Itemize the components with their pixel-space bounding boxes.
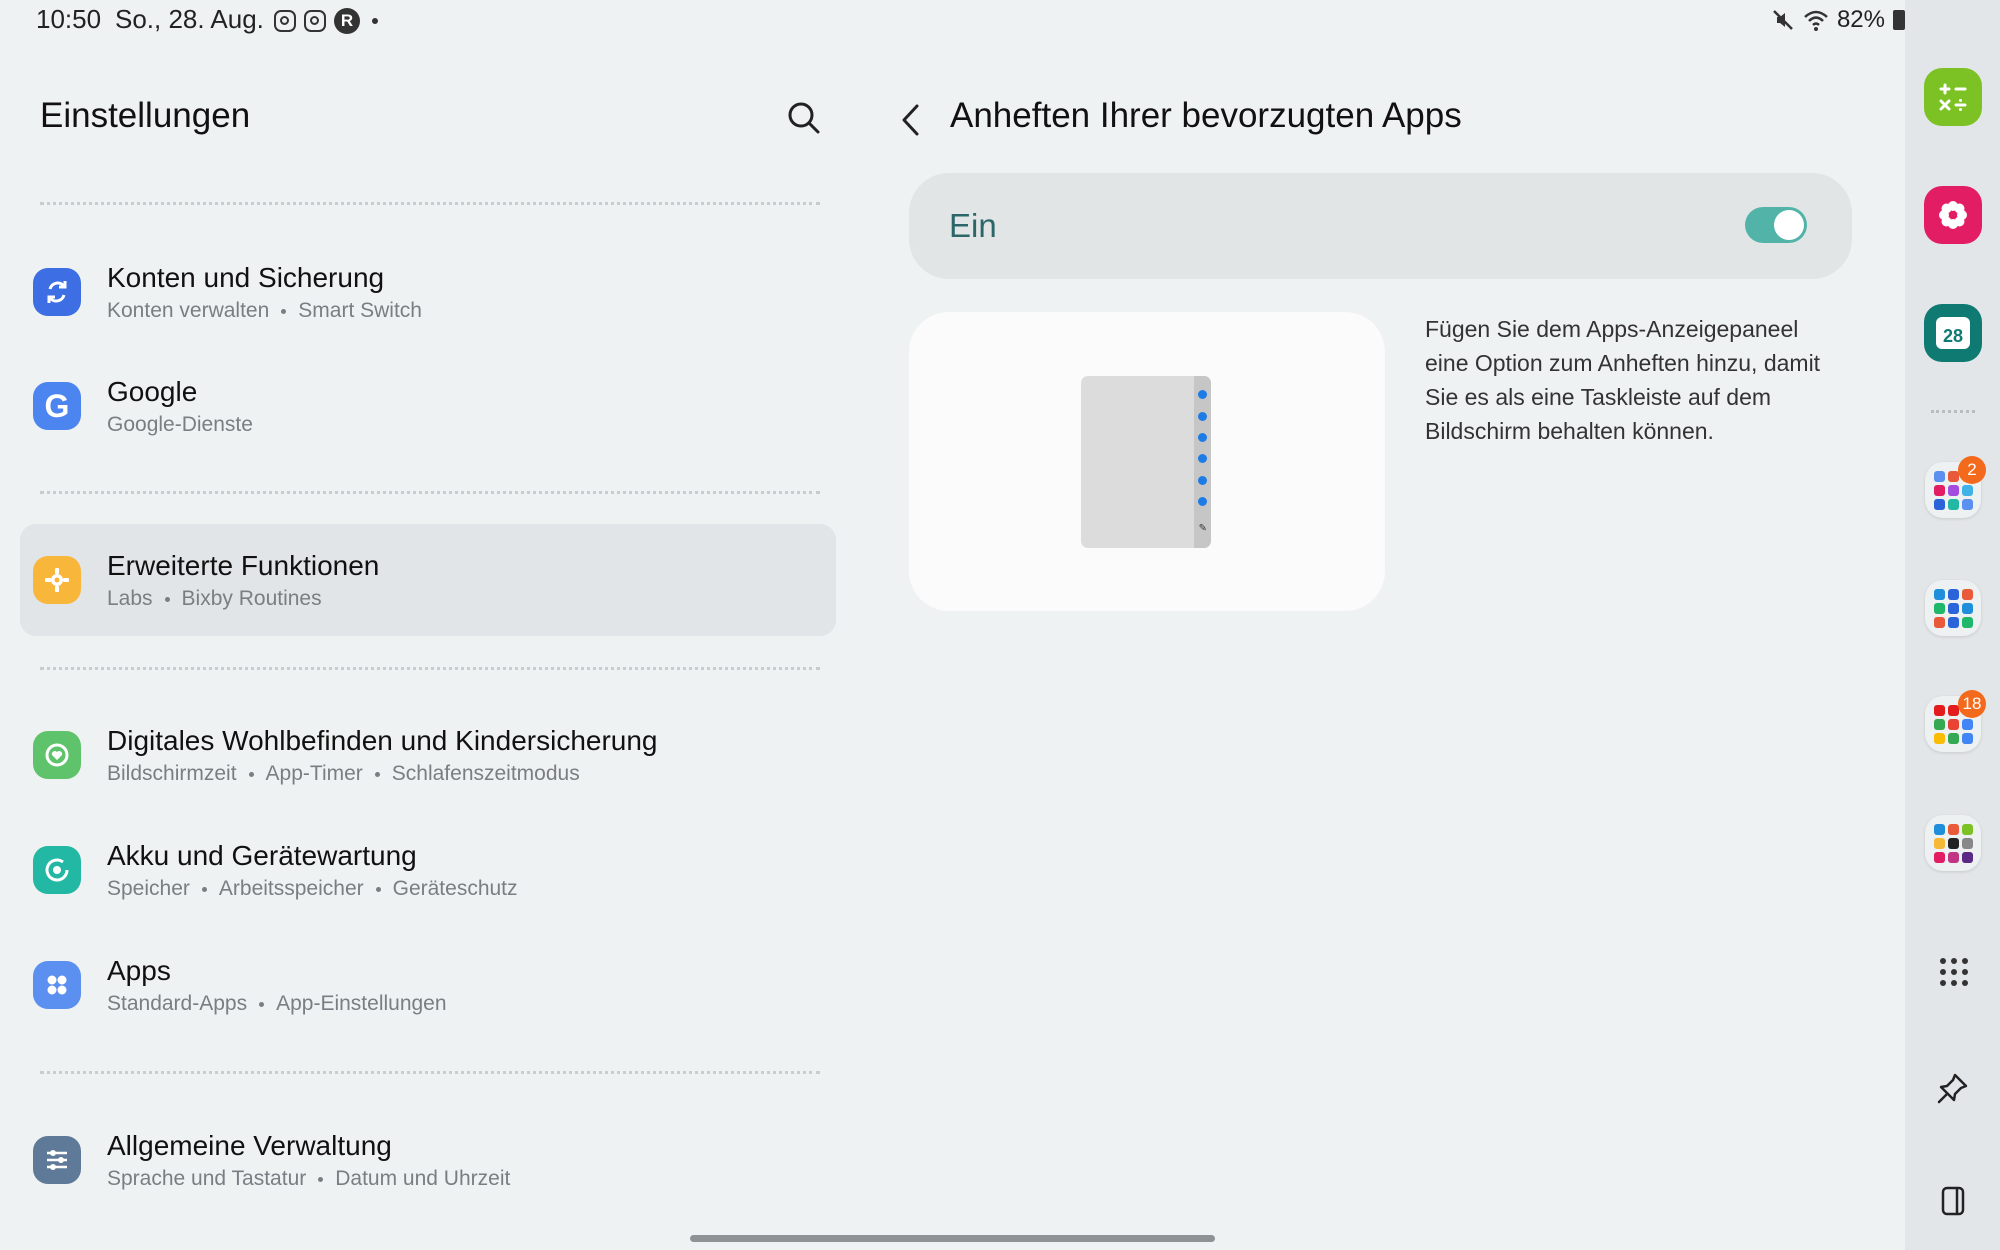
more-dot-icon (372, 18, 378, 24)
all-apps-icon[interactable] (1940, 958, 1968, 986)
settings-item-google[interactable]: G Google Google-Dienste (20, 350, 836, 462)
settings-item-erweiterte-funktionen[interactable]: Erweiterte Funktionen Labs Bixby Routines (20, 524, 836, 636)
notification-badge: 2 (1958, 456, 1986, 484)
sliders-icon (33, 1136, 81, 1184)
status-time: 10:50 (36, 4, 102, 34)
app-dot (1198, 476, 1207, 485)
app-dot (1198, 412, 1207, 421)
section-divider (40, 491, 820, 494)
recent-apps-icon[interactable] (1941, 1186, 1965, 1216)
r-app-icon: R (334, 8, 360, 34)
wellbeing-icon (33, 731, 81, 779)
calendar-day: 28 (1942, 326, 1964, 346)
pin-icon: ✎ (1198, 523, 1207, 534)
settings-item-title: Google (107, 376, 198, 407)
section-divider (40, 667, 820, 670)
status-bar: 10:50 So., 28. Aug. R 82% (0, 0, 1905, 40)
settings-item-akku[interactable]: Akku und Gerätewartung Speicher Arbeitssp… (20, 814, 836, 926)
settings-item-wohlbefinden[interactable]: Digitales Wohlbefinden und Kindersicheru… (20, 699, 836, 811)
settings-item-title: Konten und Sicherung (107, 262, 385, 293)
app-dot (1198, 390, 1207, 399)
settings-item-subtitle: Konten verwalten Smart Switch (107, 299, 422, 322)
tablet-illustration: ✎ (1081, 376, 1211, 548)
device-care-icon (33, 846, 81, 894)
battery-icon (1893, 10, 1905, 30)
settings-item-apps[interactable]: Apps Standard-Apps App-Einstellungen (20, 929, 836, 1041)
instagram-icon (274, 10, 296, 32)
section-divider (40, 1071, 820, 1074)
feature-description: Fügen Sie dem Apps-Anzeigepaneel eine Op… (1425, 316, 1821, 444)
home-indicator[interactable] (690, 1235, 1215, 1242)
app-dot (1198, 454, 1207, 463)
page-title: Einstellungen (40, 96, 251, 135)
settings-item-title: Akku und Gerätewartung (107, 840, 417, 871)
google-icon: G (33, 382, 81, 430)
settings-item-konten[interactable]: Konten und Sicherung Konten verwalten Sma… (20, 236, 836, 348)
taskbar: 28 2 18 (1905, 0, 2000, 1250)
app-folder-2[interactable] (1925, 580, 1981, 636)
mute-icon (1773, 10, 1793, 30)
illustration-card: ✎ (909, 312, 1385, 611)
apps-icon (33, 961, 81, 1009)
toggle-label: Ein (949, 207, 997, 244)
toggle-knob (1774, 210, 1804, 240)
settings-item-subtitle: Speicher Arbeitsspeicher Geräteschutz (107, 877, 518, 900)
pinned-taskbar-strip: ✎ (1194, 376, 1211, 548)
search-icon[interactable] (784, 98, 824, 138)
settings-item-title: Allgemeine Verwaltung (107, 1130, 392, 1161)
settings-item-allgemeine-verwaltung[interactable]: Allgemeine Verwaltung Sprache und Tastat… (20, 1104, 836, 1216)
settings-item-title: Erweiterte Funktionen (107, 550, 380, 581)
detail-title: Anheften Ihrer bevorzugten Apps (950, 96, 1462, 135)
status-right: 82% (1771, 6, 1905, 34)
back-arrow-icon[interactable] (895, 100, 925, 140)
puzzle-gear-icon (33, 556, 81, 604)
app-dot (1198, 497, 1207, 506)
status-date: So., 28. Aug. (115, 4, 264, 34)
calendar-icon[interactable]: 28 (1924, 304, 1982, 362)
master-toggle-card[interactable]: Ein (909, 173, 1852, 279)
app-dot (1198, 433, 1207, 442)
settings-item-subtitle: Google-Dienste (107, 413, 253, 436)
settings-item-title: Apps (107, 955, 171, 986)
settings-item-subtitle: Labs Bixby Routines (107, 587, 322, 610)
toggle-switch[interactable] (1745, 207, 1807, 243)
gallery-icon[interactable] (1924, 186, 1982, 244)
instagram-icon (304, 10, 326, 32)
app-folder-4[interactable] (1925, 815, 1981, 871)
taskbar-divider (1931, 410, 1975, 413)
pin-icon[interactable] (1935, 1070, 1971, 1106)
settings-item-subtitle: Standard-Apps App-Einstellungen (107, 992, 447, 1015)
wifi-icon (1804, 10, 1828, 31)
settings-item-subtitle: Sprache und Tastatur Datum und Uhrzeit (107, 1167, 511, 1190)
sync-icon (33, 268, 81, 316)
notification-icons: R (274, 8, 378, 34)
section-divider (40, 202, 820, 205)
notification-badge: 18 (1958, 690, 1986, 718)
settings-item-subtitle: Bildschirmzeit App-Timer Schlafenszeitmodu… (107, 762, 580, 785)
calculator-icon[interactable] (1924, 68, 1982, 126)
battery-percentage: 82% (1836, 6, 1885, 33)
settings-item-title: Digitales Wohlbefinden und Kindersicheru… (107, 725, 658, 756)
